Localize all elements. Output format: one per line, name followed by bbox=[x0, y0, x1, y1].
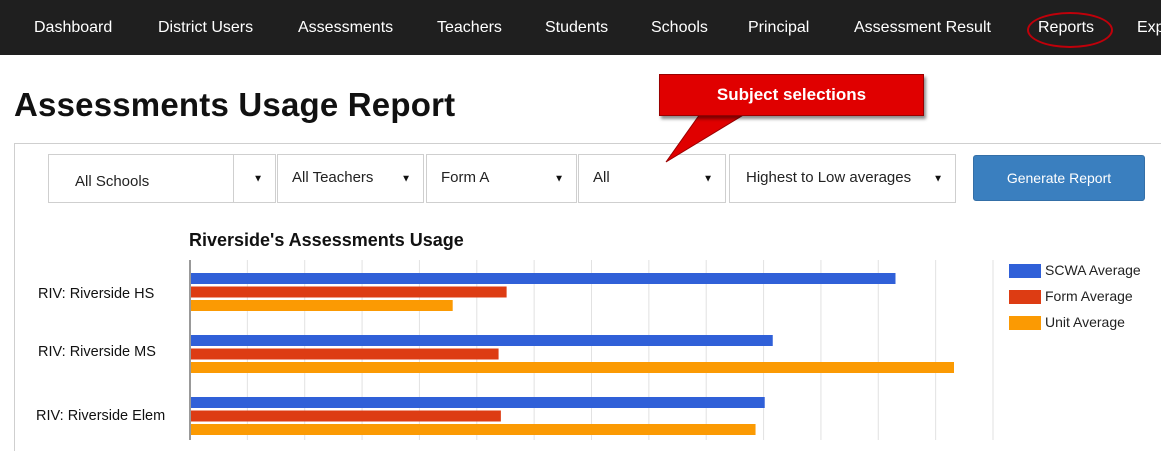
bar-form-average-1 bbox=[191, 348, 499, 360]
legend-label: Unit Average bbox=[1045, 314, 1125, 330]
usage-bar-chart bbox=[189, 260, 994, 440]
category-label: RIV: Riverside Elem bbox=[36, 408, 166, 424]
bar-unit-average-0 bbox=[191, 300, 453, 311]
bar-form-average-0 bbox=[191, 286, 507, 298]
legend-swatch bbox=[1009, 316, 1041, 330]
bar-unit-average-1 bbox=[191, 362, 954, 373]
legend-label: Form Average bbox=[1045, 288, 1133, 304]
category-label: RIV: Riverside HS bbox=[38, 286, 155, 302]
bar-form-average-2 bbox=[191, 410, 501, 422]
legend-label: SCWA Average bbox=[1045, 262, 1141, 278]
category-label: RIV: Riverside MS bbox=[38, 344, 156, 360]
bar-scwa-average-1 bbox=[191, 335, 773, 346]
bar-scwa-average-0 bbox=[191, 273, 896, 284]
bar-scwa-average-2 bbox=[191, 397, 765, 408]
legend-swatch bbox=[1009, 264, 1041, 278]
bar-unit-average-2 bbox=[191, 424, 756, 435]
legend-swatch bbox=[1009, 290, 1041, 304]
